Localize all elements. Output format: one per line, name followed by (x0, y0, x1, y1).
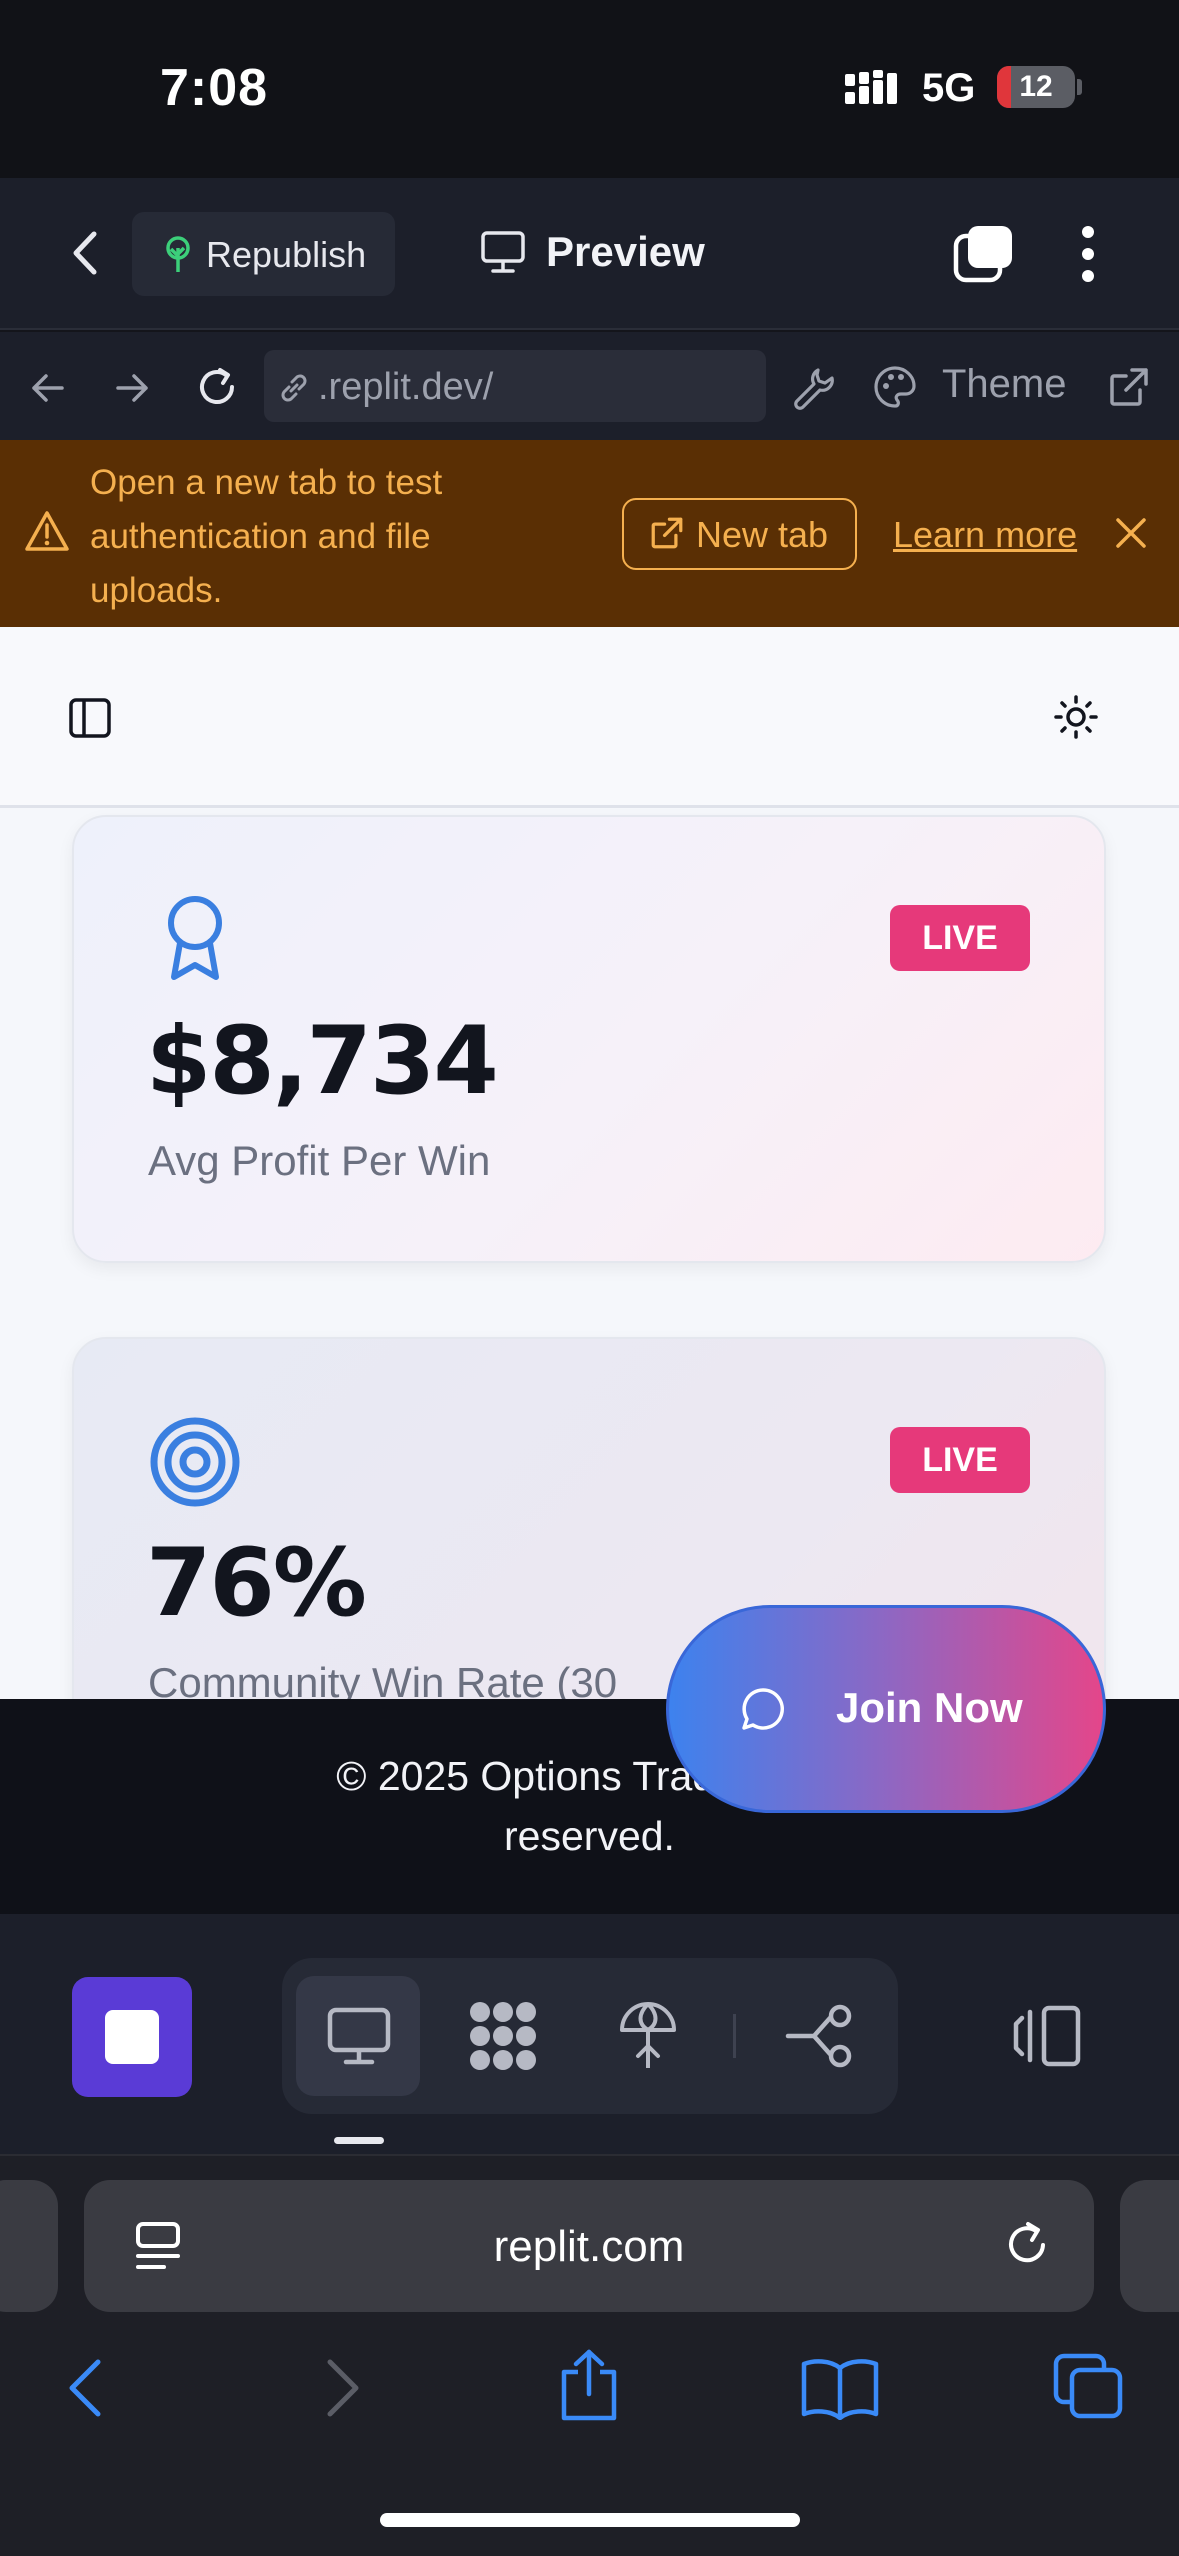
signal-icon (845, 70, 909, 110)
url-text: .replit.dev/ (318, 366, 494, 408)
preview-tab[interactable]: Preview (546, 228, 705, 276)
safari-back-icon[interactable] (66, 2358, 106, 2418)
status-time: 7:08 (160, 59, 269, 117)
deploy-tree-icon (158, 234, 198, 274)
bookmarks-icon[interactable] (800, 2356, 880, 2420)
arrow-right-icon[interactable] (112, 368, 152, 408)
stat-card: LIVE $8,734 Avg Profit Per Win (72, 815, 1106, 1263)
external-link-icon (650, 516, 684, 550)
stat-value: $8,734 (146, 1007, 499, 1116)
next-tab-peek[interactable] (1120, 2180, 1179, 2312)
safari-forward-icon[interactable] (322, 2358, 362, 2418)
active-tab-indicator (334, 2137, 384, 2144)
tool-tab-deploy[interactable] (618, 2000, 678, 2072)
tabs-icon[interactable] (1052, 2352, 1124, 2420)
live-badge: LIVE (890, 905, 1030, 971)
warning-triangle-icon (24, 510, 70, 552)
safari-address-text: replit.com (493, 2222, 685, 2271)
live-badge: LIVE (890, 1427, 1030, 1493)
panel-split-icon[interactable] (1012, 2004, 1082, 2068)
target-icon (148, 1415, 242, 1509)
award-ribbon-icon (162, 893, 228, 983)
battery-level: 12 (1019, 70, 1053, 103)
monitor-icon (326, 2006, 392, 2066)
network-type: 5G (922, 66, 976, 110)
tabs-overlap-icon[interactable] (952, 224, 1014, 284)
stat-label: Community Win Rate (30 (148, 1659, 618, 1699)
reload-icon[interactable] (194, 364, 240, 410)
stat-value: 76% (146, 1529, 367, 1638)
close-icon[interactable] (1114, 516, 1148, 550)
new-tab-label: New tab (696, 514, 829, 555)
learn-more-link[interactable]: Learn more (893, 514, 1077, 556)
previous-tab-peek[interactable] (0, 2180, 58, 2312)
tool-divider (733, 2014, 736, 2058)
chat-bubble-icon (740, 1686, 786, 1732)
monitor-icon (480, 230, 526, 274)
palette-icon[interactable] (872, 364, 918, 410)
tool-tab-agent[interactable] (466, 2000, 540, 2072)
stat-label: Avg Profit Per Win (148, 1137, 491, 1184)
theme-button-label[interactable]: Theme (942, 362, 1067, 407)
join-now-label: Join Now (836, 1684, 1023, 1731)
wrench-icon[interactable] (790, 364, 836, 410)
app-header (0, 627, 1179, 808)
tool-tab-git[interactable] (784, 2004, 862, 2068)
external-link-icon[interactable] (1108, 366, 1150, 408)
link-icon (276, 370, 312, 406)
sidebar-toggle-icon[interactable] (68, 697, 112, 739)
battery-tip (1077, 79, 1082, 95)
banner-message: Open a new tab to test authentication an… (90, 463, 443, 610)
share-icon[interactable] (556, 2348, 622, 2422)
more-vertical-icon[interactable] (1076, 224, 1100, 284)
sun-icon[interactable] (1052, 693, 1100, 741)
reload-icon[interactable] (1002, 2220, 1052, 2270)
app-viewport: LIVE $8,734 Avg Profit Per Win LIVE 76% … (0, 627, 1179, 1699)
republish-label: Republish (206, 234, 367, 275)
home-indicator[interactable] (380, 2513, 800, 2527)
battery-indicator: 12 (997, 66, 1075, 108)
footer-line: reserved. (504, 1813, 675, 1859)
arrow-left-icon[interactable] (28, 368, 68, 408)
stop-square-icon (105, 2010, 159, 2064)
back-chevron-icon[interactable] (66, 228, 106, 278)
